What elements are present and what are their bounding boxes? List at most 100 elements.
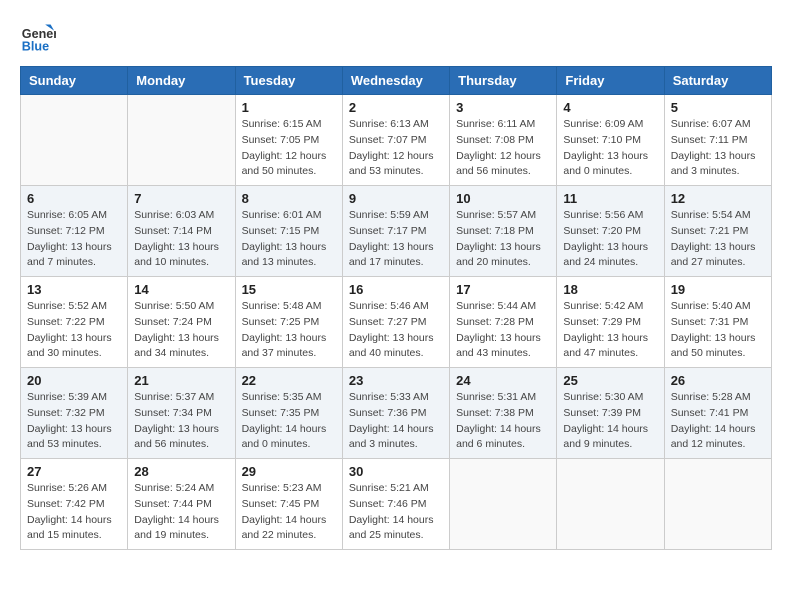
- day-number: 17: [456, 282, 550, 297]
- day-info: Sunrise: 5:46 AMSunset: 7:27 PMDaylight:…: [349, 299, 443, 362]
- day-info: Sunrise: 5:35 AMSunset: 7:35 PMDaylight:…: [242, 390, 336, 453]
- day-info: Sunrise: 6:03 AMSunset: 7:14 PMDaylight:…: [134, 208, 228, 271]
- day-info: Sunrise: 6:13 AMSunset: 7:07 PMDaylight:…: [349, 117, 443, 180]
- day-info: Sunrise: 5:30 AMSunset: 7:39 PMDaylight:…: [563, 390, 657, 453]
- day-number: 6: [27, 191, 121, 206]
- calendar-cell: 10 Sunrise: 5:57 AMSunset: 7:18 PMDayligh…: [450, 186, 557, 277]
- day-info: Sunrise: 5:31 AMSunset: 7:38 PMDaylight:…: [456, 390, 550, 453]
- day-info: Sunrise: 5:52 AMSunset: 7:22 PMDaylight:…: [27, 299, 121, 362]
- calendar-cell: 8 Sunrise: 6:01 AMSunset: 7:15 PMDaylight…: [235, 186, 342, 277]
- calendar-cell: [557, 459, 664, 550]
- calendar-cell: 7 Sunrise: 6:03 AMSunset: 7:14 PMDaylight…: [128, 186, 235, 277]
- day-info: Sunrise: 5:50 AMSunset: 7:24 PMDaylight:…: [134, 299, 228, 362]
- day-info: Sunrise: 5:33 AMSunset: 7:36 PMDaylight:…: [349, 390, 443, 453]
- day-number: 3: [456, 100, 550, 115]
- day-number: 26: [671, 373, 765, 388]
- calendar-cell: [128, 95, 235, 186]
- day-number: 29: [242, 464, 336, 479]
- day-number: 30: [349, 464, 443, 479]
- day-number: 23: [349, 373, 443, 388]
- day-number: 12: [671, 191, 765, 206]
- day-number: 28: [134, 464, 228, 479]
- day-info: Sunrise: 6:11 AMSunset: 7:08 PMDaylight:…: [456, 117, 550, 180]
- day-number: 2: [349, 100, 443, 115]
- day-info: Sunrise: 6:09 AMSunset: 7:10 PMDaylight:…: [563, 117, 657, 180]
- day-number: 16: [349, 282, 443, 297]
- calendar-cell: 14 Sunrise: 5:50 AMSunset: 7:24 PMDayligh…: [128, 277, 235, 368]
- header-monday: Monday: [128, 67, 235, 95]
- day-number: 1: [242, 100, 336, 115]
- calendar-cell: 21 Sunrise: 5:37 AMSunset: 7:34 PMDayligh…: [128, 368, 235, 459]
- day-number: 9: [349, 191, 443, 206]
- day-number: 22: [242, 373, 336, 388]
- calendar-cell: 2 Sunrise: 6:13 AMSunset: 7:07 PMDaylight…: [342, 95, 449, 186]
- calendar-week-1: 1 Sunrise: 6:15 AMSunset: 7:05 PMDaylight…: [21, 95, 772, 186]
- day-info: Sunrise: 5:42 AMSunset: 7:29 PMDaylight:…: [563, 299, 657, 362]
- day-number: 4: [563, 100, 657, 115]
- calendar-cell: 12 Sunrise: 5:54 AMSunset: 7:21 PMDayligh…: [664, 186, 771, 277]
- calendar-cell: 5 Sunrise: 6:07 AMSunset: 7:11 PMDaylight…: [664, 95, 771, 186]
- calendar-cell: 11Sunrise: 5:56 AMSunset: 7:20 PMDayligh…: [557, 186, 664, 277]
- day-number: 15: [242, 282, 336, 297]
- logo-icon: General Blue: [20, 20, 56, 56]
- calendar-cell: 28 Sunrise: 5:24 AMSunset: 7:44 PMDayligh…: [128, 459, 235, 550]
- day-number: 27: [27, 464, 121, 479]
- day-info: Sunrise: 6:15 AMSunset: 7:05 PMDaylight:…: [242, 117, 336, 180]
- calendar-cell: 4 Sunrise: 6:09 AMSunset: 7:10 PMDaylight…: [557, 95, 664, 186]
- calendar-cell: 17Sunrise: 5:44 AMSunset: 7:28 PMDayligh…: [450, 277, 557, 368]
- calendar-cell: 15 Sunrise: 5:48 AMSunset: 7:25 PMDayligh…: [235, 277, 342, 368]
- calendar-header-row: SundayMondayTuesdayWednesdayThursdayFrid…: [21, 67, 772, 95]
- day-info: Sunrise: 5:40 AMSunset: 7:31 PMDaylight:…: [671, 299, 765, 362]
- calendar-cell: 16 Sunrise: 5:46 AMSunset: 7:27 PMDayligh…: [342, 277, 449, 368]
- day-number: 25: [563, 373, 657, 388]
- day-info: Sunrise: 5:39 AMSunset: 7:32 PMDaylight:…: [27, 390, 121, 453]
- day-info: Sunrise: 5:23 AMSunset: 7:45 PMDaylight:…: [242, 481, 336, 544]
- calendar-cell: 6 Sunrise: 6:05 AMSunset: 7:12 PMDaylight…: [21, 186, 128, 277]
- day-number: 18: [563, 282, 657, 297]
- calendar-week-5: 27 Sunrise: 5:26 AMSunset: 7:42 PMDayligh…: [21, 459, 772, 550]
- header-friday: Friday: [557, 67, 664, 95]
- calendar-cell: 27 Sunrise: 5:26 AMSunset: 7:42 PMDayligh…: [21, 459, 128, 550]
- day-info: Sunrise: 6:07 AMSunset: 7:11 PMDaylight:…: [671, 117, 765, 180]
- calendar-cell: 24 Sunrise: 5:31 AMSunset: 7:38 PMDayligh…: [450, 368, 557, 459]
- day-info: Sunrise: 5:21 AMSunset: 7:46 PMDaylight:…: [349, 481, 443, 544]
- day-number: 11: [563, 191, 657, 206]
- header-wednesday: Wednesday: [342, 67, 449, 95]
- calendar-cell: 20Sunrise: 5:39 AMSunset: 7:32 PMDayligh…: [21, 368, 128, 459]
- day-info: Sunrise: 6:05 AMSunset: 7:12 PMDaylight:…: [27, 208, 121, 271]
- day-number: 21: [134, 373, 228, 388]
- calendar-cell: 22 Sunrise: 5:35 AMSunset: 7:35 PMDayligh…: [235, 368, 342, 459]
- day-number: 10: [456, 191, 550, 206]
- page-header: General Blue: [20, 20, 772, 56]
- header-thursday: Thursday: [450, 67, 557, 95]
- svg-text:Blue: Blue: [22, 40, 49, 54]
- calendar-cell: 1 Sunrise: 6:15 AMSunset: 7:05 PMDaylight…: [235, 95, 342, 186]
- day-number: 8: [242, 191, 336, 206]
- day-number: 5: [671, 100, 765, 115]
- calendar-week-2: 6 Sunrise: 6:05 AMSunset: 7:12 PMDaylight…: [21, 186, 772, 277]
- day-info: Sunrise: 5:54 AMSunset: 7:21 PMDaylight:…: [671, 208, 765, 271]
- day-number: 7: [134, 191, 228, 206]
- day-info: Sunrise: 5:48 AMSunset: 7:25 PMDaylight:…: [242, 299, 336, 362]
- header-sunday: Sunday: [21, 67, 128, 95]
- calendar-cell: 18 Sunrise: 5:42 AMSunset: 7:29 PMDayligh…: [557, 277, 664, 368]
- day-info: Sunrise: 5:26 AMSunset: 7:42 PMDaylight:…: [27, 481, 121, 544]
- day-number: 19: [671, 282, 765, 297]
- calendar-cell: 29 Sunrise: 5:23 AMSunset: 7:45 PMDayligh…: [235, 459, 342, 550]
- calendar-week-4: 20Sunrise: 5:39 AMSunset: 7:32 PMDayligh…: [21, 368, 772, 459]
- day-info: Sunrise: 5:37 AMSunset: 7:34 PMDaylight:…: [134, 390, 228, 453]
- day-info: Sunrise: 5:24 AMSunset: 7:44 PMDaylight:…: [134, 481, 228, 544]
- calendar-table: SundayMondayTuesdayWednesdayThursdayFrid…: [20, 66, 772, 550]
- day-number: 24: [456, 373, 550, 388]
- calendar-cell: 26 Sunrise: 5:28 AMSunset: 7:41 PMDayligh…: [664, 368, 771, 459]
- header-saturday: Saturday: [664, 67, 771, 95]
- calendar-cell: [450, 459, 557, 550]
- day-info: Sunrise: 5:57 AMSunset: 7:18 PMDaylight:…: [456, 208, 550, 271]
- day-number: 13: [27, 282, 121, 297]
- day-number: 14: [134, 282, 228, 297]
- day-info: Sunrise: 5:28 AMSunset: 7:41 PMDaylight:…: [671, 390, 765, 453]
- day-info: Sunrise: 6:01 AMSunset: 7:15 PMDaylight:…: [242, 208, 336, 271]
- calendar-cell: 19 Sunrise: 5:40 AMSunset: 7:31 PMDayligh…: [664, 277, 771, 368]
- calendar-cell: 30 Sunrise: 5:21 AMSunset: 7:46 PMDayligh…: [342, 459, 449, 550]
- calendar-cell: 23 Sunrise: 5:33 AMSunset: 7:36 PMDayligh…: [342, 368, 449, 459]
